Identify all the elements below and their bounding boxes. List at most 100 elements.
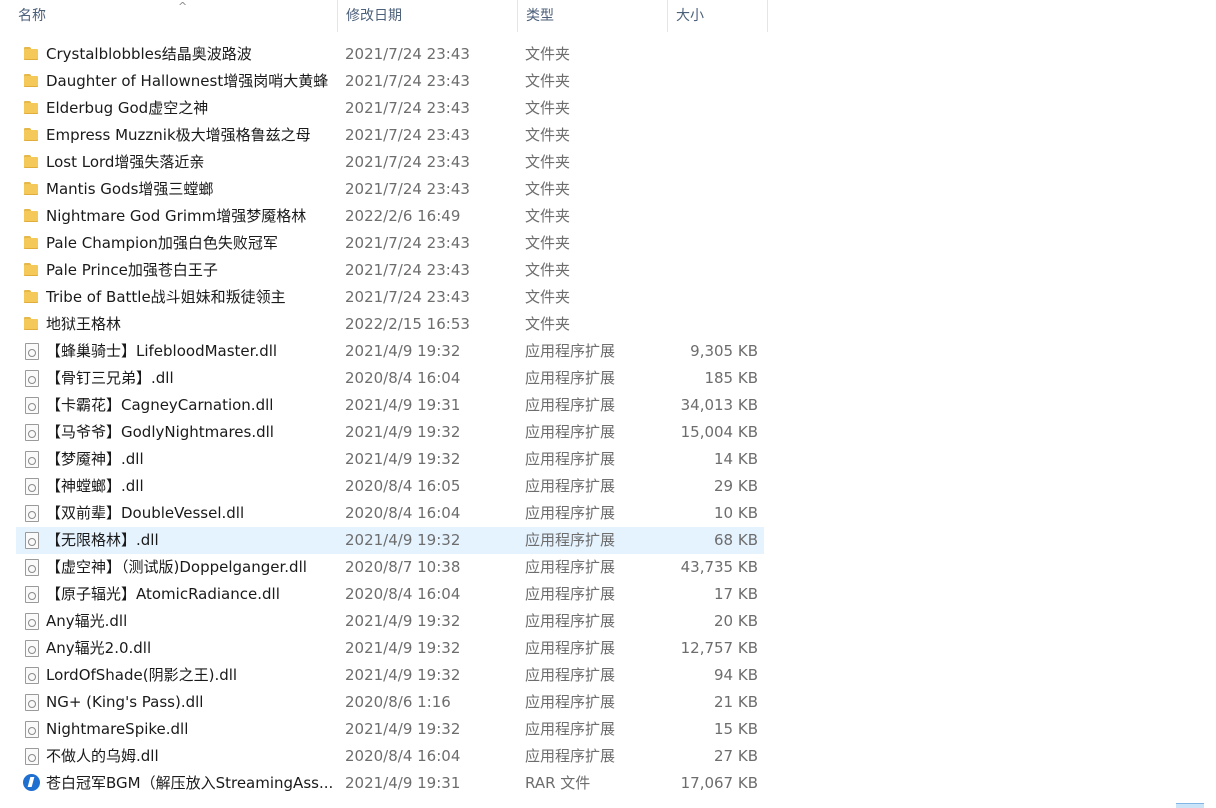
file-type: 应用程序扩展 [525, 477, 616, 495]
file-name: 【原子辐光】AtomicRadiance.dll [46, 585, 280, 603]
file-type: 应用程序扩展 [525, 720, 616, 738]
file-name: 【马爷爷】GodlyNightmares.dll [46, 423, 274, 441]
file-row[interactable]: Daughter of Hallownest增强岗哨大黄蜂 2021/7/24 2… [16, 68, 764, 95]
file-row[interactable]: 不做人的乌姆.dll 2020/8/4 16:04 应用程序扩展 27 KB [16, 743, 764, 770]
file-row[interactable]: 【虚空神】（测试版)Doppelganger.dll 2020/8/7 10:38… [16, 554, 764, 581]
file-modified-date: 2021/4/9 19:31 [345, 396, 461, 414]
column-name-header[interactable]: 名称 ^ [10, 0, 338, 32]
file-modified-date: 2020/8/4 16:04 [345, 369, 461, 387]
file-modified-date: 2022/2/6 16:49 [345, 207, 461, 225]
file-row[interactable]: Elderbug God虚空之神 2021/7/24 23:43 文件夹 [16, 95, 764, 122]
file-row[interactable]: 【卡霸花】CagneyCarnation.dll 2021/4/9 19:31 应用… [16, 392, 764, 419]
file-row[interactable]: Crystalblobbles结晶奥波路波 2021/7/24 23:43 文件夹 [16, 41, 764, 68]
file-modified-date: 2020/8/4 16:04 [345, 504, 461, 522]
file-name: Lost Lord增强失落近亲 [46, 153, 205, 171]
file-size [666, 122, 758, 149]
file-row[interactable]: 苍白冠军BGM（解压放入StreamingAss... 2021/4/9 19:3… [16, 770, 764, 797]
folder-icon [23, 100, 39, 116]
file-row[interactable]: Pale Prince加强苍白王子 2021/7/24 23:43 文件夹 [16, 257, 764, 284]
file-size: 43,735 KB [680, 558, 758, 576]
dll-icon [25, 370, 39, 387]
file-name: 【神螳螂】.dll [46, 477, 144, 495]
file-name: Daughter of Hallownest增强岗哨大黄蜂 [46, 72, 329, 90]
file-row[interactable]: LordOfShade(阴影之王).dll 2021/4/9 19:32 应用程序扩… [16, 662, 764, 689]
dll-icon [25, 343, 39, 360]
file-row[interactable]: Tribe of Battle战斗姐妹和叛徒领主 2021/7/24 23:43 文… [16, 284, 764, 311]
file-name: Any辐光.dll [46, 612, 128, 630]
file-modified-date: 2021/4/9 19:32 [345, 666, 461, 684]
file-row[interactable]: 地狱王格林 2022/2/15 16:53 文件夹 [16, 311, 764, 338]
file-row[interactable]: 【原子辐光】AtomicRadiance.dll 2020/8/4 16:04 应用… [16, 581, 764, 608]
file-type: 文件夹 [525, 288, 571, 306]
file-modified-date: 2021/4/9 19:32 [345, 720, 461, 738]
file-size: 17 KB [714, 585, 758, 603]
file-size [666, 95, 758, 122]
file-type: 应用程序扩展 [525, 450, 616, 468]
file-row[interactable]: 【马爷爷】GodlyNightmares.dll 2021/4/9 19:32 应用… [16, 419, 764, 446]
column-type-header[interactable]: 类型 [518, 0, 668, 32]
file-name: 【无限格林】.dll [46, 531, 159, 549]
file-row[interactable]: Lost Lord增强失落近亲 2021/7/24 23:43 文件夹 [16, 149, 764, 176]
file-modified-date: 2021/7/24 23:43 [345, 153, 470, 171]
file-modified-date: 2020/8/6 1:16 [345, 693, 451, 711]
file-row[interactable]: 【骨钉三兄弟】.dll 2020/8/4 16:04 应用程序扩展 185 KB [16, 365, 764, 392]
file-row[interactable]: 【双前辈】DoubleVessel.dll 2020/8/4 16:04 应用程序扩… [16, 500, 764, 527]
scroll-corner-indicator [1176, 803, 1204, 808]
file-type: 文件夹 [525, 99, 571, 117]
file-row[interactable]: Pale Champion加强白色失败冠军 2021/7/24 23:43 文件夹 [16, 230, 764, 257]
file-type: 文件夹 [525, 180, 571, 198]
column-name-label: 名称 [18, 8, 46, 24]
file-type: 应用程序扩展 [525, 423, 616, 441]
file-name: Crystalblobbles结晶奥波路波 [46, 45, 252, 63]
file-row[interactable]: Nightmare God Grimm增强梦魇格林 2022/2/6 16:49 文… [16, 203, 764, 230]
file-row[interactable]: 【蜂巢骑士】LifebloodMaster.dll 2021/4/9 19:32 应… [16, 338, 764, 365]
file-size: 15,004 KB [680, 423, 758, 441]
file-row[interactable]: 【神螳螂】.dll 2020/8/4 16:05 应用程序扩展 29 KB [16, 473, 764, 500]
dll-icon [25, 748, 39, 765]
file-name: 【骨钉三兄弟】.dll [46, 369, 174, 387]
column-date-label: 修改日期 [346, 8, 402, 24]
file-size [666, 311, 758, 338]
column-size-header[interactable]: 大小 [668, 0, 768, 32]
file-row[interactable]: Any辐光.dll 2021/4/9 19:32 应用程序扩展 20 KB [16, 608, 764, 635]
file-row[interactable]: Empress Muzznik极大增强格鲁兹之母 2021/7/24 23:43 文… [16, 122, 764, 149]
file-row[interactable]: NG+ (King's Pass).dll 2020/8/6 1:16 应用程序扩展… [16, 689, 764, 716]
file-type: 文件夹 [525, 207, 571, 225]
file-row[interactable]: 【梦魇神】.dll 2021/4/9 19:32 应用程序扩展 14 KB [16, 446, 764, 473]
file-modified-date: 2021/7/24 23:43 [345, 234, 470, 252]
file-name: 【双前辈】DoubleVessel.dll [46, 504, 245, 522]
file-name: Any辐光2.0.dll [46, 639, 152, 657]
dll-icon [25, 640, 39, 657]
column-date-header[interactable]: 修改日期 [338, 0, 518, 32]
file-size: 14 KB [714, 450, 758, 468]
file-modified-date: 2020/8/4 16:04 [345, 747, 461, 765]
file-row[interactable]: Mantis Gods增强三螳螂 2021/7/24 23:43 文件夹 [16, 176, 764, 203]
file-modified-date: 2020/8/4 16:04 [345, 585, 461, 603]
file-size: 27 KB [714, 747, 758, 765]
file-name: Empress Muzznik极大增强格鲁兹之母 [46, 126, 311, 144]
rar-icon [23, 774, 40, 791]
file-size: 34,013 KB [680, 396, 758, 414]
file-modified-date: 2021/7/24 23:43 [345, 72, 470, 90]
file-type: 应用程序扩展 [525, 531, 616, 549]
file-modified-date: 2021/4/9 19:32 [345, 612, 461, 630]
folder-icon [23, 73, 39, 89]
file-size: 185 KB [704, 369, 758, 387]
file-name: 地狱王格林 [46, 315, 122, 333]
file-size: 12,757 KB [680, 639, 758, 657]
file-type: 应用程序扩展 [525, 558, 616, 576]
file-row[interactable]: NightmareSpike.dll 2021/4/9 19:32 应用程序扩展 15… [16, 716, 764, 743]
file-modified-date: 2021/7/24 23:43 [345, 99, 470, 117]
file-size: 29 KB [714, 477, 758, 495]
folder-icon [23, 208, 39, 224]
dll-icon [25, 505, 39, 522]
file-size: 17,067 KB [680, 774, 758, 792]
dll-icon [25, 559, 39, 576]
file-modified-date: 2022/2/15 16:53 [345, 315, 470, 333]
file-row[interactable]: 【无限格林】.dll 2021/4/9 19:32 应用程序扩展 68 KB [16, 527, 764, 554]
file-size [666, 203, 758, 230]
file-type: 文件夹 [525, 45, 571, 63]
file-row[interactable]: Any辐光2.0.dll 2021/4/9 19:32 应用程序扩展 12,757 K… [16, 635, 764, 662]
file-type: 文件夹 [525, 315, 571, 333]
file-modified-date: 2021/4/9 19:32 [345, 639, 461, 657]
